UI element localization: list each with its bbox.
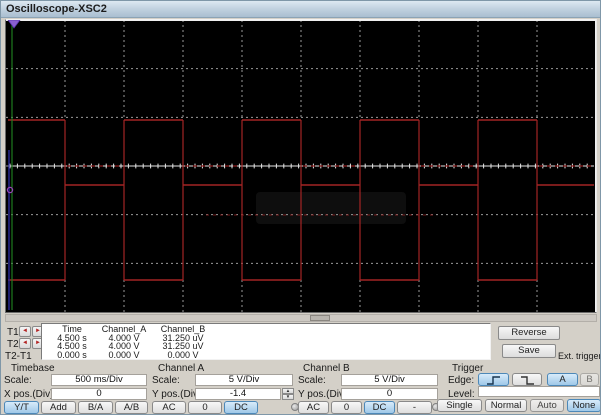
oscilloscope-window: Oscilloscope-XSC2 T1 ◄ ► T2 ◄ ► T2-T1 Ti… — [0, 0, 601, 415]
trigger-level-input[interactable] — [478, 386, 600, 397]
rising-edge-icon — [486, 376, 501, 385]
timebase-yt-button[interactable]: Y/T — [4, 401, 39, 414]
scope-canvas — [6, 20, 596, 312]
trigger-normal-button[interactable]: Normal — [485, 399, 527, 412]
ext-trigger-label: Ext. trigger — [558, 351, 601, 361]
channel-a-ac-button[interactable]: AC — [152, 401, 186, 414]
channel-b-minus-button[interactable]: - — [397, 401, 432, 414]
falling-edge-icon — [520, 376, 535, 385]
timebase-scale-label: Scale: — [4, 375, 32, 386]
channel-b-dc-button[interactable]: DC — [364, 401, 395, 414]
channel-b-zero-button[interactable]: 0 — [331, 401, 362, 414]
trigger-edge-label: Edge: — [448, 375, 474, 386]
scope-display — [5, 19, 597, 313]
title-bar[interactable]: Oscilloscope-XSC2 — [1, 1, 600, 18]
up-arrow-icon: ▲ — [286, 388, 290, 393]
trigger-none-button[interactable]: None — [567, 399, 601, 412]
timebase-ba-button[interactable]: B/A — [78, 401, 113, 414]
delta-time-value: 0.000 s — [46, 351, 98, 360]
trigger-source-a-button[interactable]: A — [547, 373, 578, 386]
channel-b-scale-label: Scale: — [298, 375, 326, 386]
scope-scrollbar[interactable] — [5, 314, 597, 322]
delta-channel-b-value: 0.000 V — [150, 351, 216, 360]
left-arrow-icon: ◄ — [22, 328, 28, 334]
measurement-readout: Time Channel_A Channel_B 4.500 s 4.000 V… — [41, 323, 491, 360]
cursor1-left-button[interactable]: ◄ — [19, 326, 31, 337]
timebase-title: Timebase — [11, 363, 55, 374]
timebase-xpos-label: X pos.(Div): — [4, 389, 56, 400]
trigger-auto-button[interactable]: Auto — [530, 399, 564, 412]
timebase-scale-input[interactable]: 500 ms/Div — [51, 374, 147, 386]
delta-channel-a-value: 0.000 V — [98, 351, 150, 360]
watermark-artifact — [256, 192, 406, 224]
save-button[interactable]: Save — [502, 344, 556, 358]
trigger-single-button[interactable]: Single — [437, 399, 482, 412]
channel-a-scale-label: Scale: — [152, 375, 180, 386]
left-arrow-icon: ◄ — [22, 340, 28, 346]
cursor2-label: T2 — [7, 339, 19, 350]
channel-a-title: Channel A — [158, 363, 204, 374]
channel-a-zero-button[interactable]: 0 — [188, 401, 222, 414]
reverse-button[interactable]: Reverse — [498, 326, 560, 340]
channel-a-ypos-stepper: ▲ ▼ — [282, 388, 294, 400]
timebase-xpos-input[interactable]: 0 — [51, 388, 147, 400]
cursor2-left-button[interactable]: ◄ — [19, 338, 31, 349]
down-arrow-icon: ▼ — [286, 394, 290, 399]
cursor1-label: T1 — [7, 327, 19, 338]
cursor-flag-marker[interactable] — [8, 20, 20, 28]
channel-b-ac-button[interactable]: AC — [298, 401, 329, 414]
cursor-delta-label: T2-T1 — [5, 351, 32, 362]
channel-a-scale-input[interactable]: 5 V/Div — [195, 374, 293, 386]
channel-a-ypos-input[interactable]: -1.4 — [195, 388, 281, 400]
trigger-falling-edge-button[interactable] — [512, 373, 542, 386]
trigger-source-b-button[interactable]: B — [580, 373, 599, 386]
timebase-ab-button[interactable]: A/B — [115, 401, 148, 414]
channel-b-ypos-input[interactable]: 0 — [341, 388, 438, 400]
window-title: Oscilloscope-XSC2 — [6, 3, 107, 15]
stepper-down-button[interactable]: ▼ — [282, 394, 294, 400]
timebase-add-button[interactable]: Add — [41, 401, 76, 414]
channel-b-scale-input[interactable]: 5 V/Div — [341, 374, 438, 386]
scope-scrollbar-thumb[interactable] — [310, 315, 330, 321]
trigger-rising-edge-button[interactable] — [478, 373, 509, 386]
channel-a-dc-button[interactable]: DC — [224, 401, 258, 414]
channel-b-title: Channel B — [303, 363, 350, 374]
